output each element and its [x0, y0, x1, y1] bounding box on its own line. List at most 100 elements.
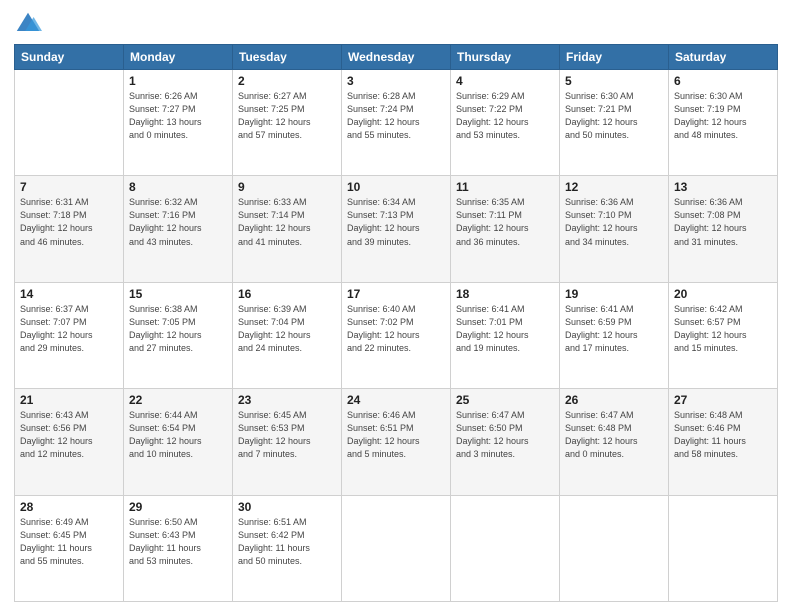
calendar-cell: 28 Sunrise: 6:49 AMSunset: 6:45 PMDayligh…	[15, 495, 124, 601]
calendar-cell: 27Sunrise: 6:48 AMSunset: 6:46 PMDayligh…	[669, 389, 778, 495]
day-number: 9	[238, 180, 336, 194]
day-number: 6	[674, 74, 772, 88]
cell-info: Sunrise: 6:44 AMSunset: 6:54 PMDaylight:…	[129, 409, 227, 461]
calendar-cell: 7 Sunrise: 6:31 AMSunset: 7:18 PMDaylight…	[15, 176, 124, 282]
calendar-header-friday: Friday	[560, 45, 669, 70]
day-number: 24	[347, 393, 445, 407]
cell-info: Sunrise: 6:47 AMSunset: 6:48 PMDaylight:…	[565, 409, 663, 461]
page: SundayMondayTuesdayWednesdayThursdayFrid…	[0, 0, 792, 612]
calendar-cell: 8Sunrise: 6:32 AMSunset: 7:16 PMDaylight…	[124, 176, 233, 282]
calendar-cell: 26 Sunrise: 6:47 AMSunset: 6:48 PMDayligh…	[560, 389, 669, 495]
day-number: 23	[238, 393, 336, 407]
cell-info: Sunrise: 6:36 AMSunset: 7:10 PMDaylight:…	[565, 196, 663, 248]
cell-info: Sunrise: 6:41 AMSunset: 7:01 PMDaylight:…	[456, 303, 554, 355]
calendar-cell: 15 Sunrise: 6:38 AMSunset: 7:05 PMDayligh…	[124, 282, 233, 388]
cell-info: Sunrise: 6:41 AMSunset: 6:59 PMDaylight:…	[565, 303, 663, 355]
cell-info: Sunrise: 6:37 AMSunset: 7:07 PMDaylight:…	[20, 303, 118, 355]
calendar-cell: 12 Sunrise: 6:36 AMSunset: 7:10 PMDayligh…	[560, 176, 669, 282]
day-number: 21	[20, 393, 118, 407]
day-number: 5	[565, 74, 663, 88]
day-number: 12	[565, 180, 663, 194]
cell-info: Sunrise: 6:30 AMSunset: 7:21 PMDaylight:…	[565, 90, 663, 142]
day-number: 18	[456, 287, 554, 301]
calendar-table: SundayMondayTuesdayWednesdayThursdayFrid…	[14, 44, 778, 602]
cell-info: Sunrise: 6:47 AMSunset: 6:50 PMDaylight:…	[456, 409, 554, 461]
calendar-cell	[560, 495, 669, 601]
day-number: 20	[674, 287, 772, 301]
calendar-cell: 21 Sunrise: 6:43 AMSunset: 6:56 PMDayligh…	[15, 389, 124, 495]
day-number: 3	[347, 74, 445, 88]
day-number: 7	[20, 180, 118, 194]
cell-info: Sunrise: 6:32 AMSunset: 7:16 PMDaylight:…	[129, 196, 227, 248]
day-number: 16	[238, 287, 336, 301]
calendar-cell: 6Sunrise: 6:30 AMSunset: 7:19 PMDaylight…	[669, 70, 778, 176]
day-number: 2	[238, 74, 336, 88]
cell-info: Sunrise: 6:29 AMSunset: 7:22 PMDaylight:…	[456, 90, 554, 142]
calendar-header-thursday: Thursday	[451, 45, 560, 70]
calendar-cell: 13 Sunrise: 6:36 AMSunset: 7:08 PMDayligh…	[669, 176, 778, 282]
calendar-cell: 17 Sunrise: 6:40 AMSunset: 7:02 PMDayligh…	[342, 282, 451, 388]
calendar-cell: 30 Sunrise: 6:51 AMSunset: 6:42 PMDayligh…	[233, 495, 342, 601]
cell-info: Sunrise: 6:40 AMSunset: 7:02 PMDaylight:…	[347, 303, 445, 355]
cell-info: Sunrise: 6:35 AMSunset: 7:11 PMDaylight:…	[456, 196, 554, 248]
calendar-header-tuesday: Tuesday	[233, 45, 342, 70]
calendar-cell: 3 Sunrise: 6:28 AMSunset: 7:24 PMDaylight…	[342, 70, 451, 176]
cell-info: Sunrise: 6:26 AMSunset: 7:27 PMDaylight:…	[129, 90, 227, 142]
calendar-cell: 5 Sunrise: 6:30 AMSunset: 7:21 PMDaylight…	[560, 70, 669, 176]
calendar-cell: 9 Sunrise: 6:33 AMSunset: 7:14 PMDaylight…	[233, 176, 342, 282]
day-number: 30	[238, 500, 336, 514]
calendar-cell: 19 Sunrise: 6:41 AMSunset: 6:59 PMDayligh…	[560, 282, 669, 388]
calendar-cell: 18 Sunrise: 6:41 AMSunset: 7:01 PMDayligh…	[451, 282, 560, 388]
cell-info: Sunrise: 6:28 AMSunset: 7:24 PMDaylight:…	[347, 90, 445, 142]
calendar-cell: 25 Sunrise: 6:47 AMSunset: 6:50 PMDayligh…	[451, 389, 560, 495]
calendar-cell: 11Sunrise: 6:35 AMSunset: 7:11 PMDayligh…	[451, 176, 560, 282]
calendar-header-saturday: Saturday	[669, 45, 778, 70]
calendar-header-wednesday: Wednesday	[342, 45, 451, 70]
day-number: 22	[129, 393, 227, 407]
calendar-cell	[15, 70, 124, 176]
cell-info: Sunrise: 6:42 AMSunset: 6:57 PMDaylight:…	[674, 303, 772, 355]
cell-info: Sunrise: 6:43 AMSunset: 6:56 PMDaylight:…	[20, 409, 118, 461]
calendar-week-row: 21 Sunrise: 6:43 AMSunset: 6:56 PMDayligh…	[15, 389, 778, 495]
day-number: 10	[347, 180, 445, 194]
cell-info: Sunrise: 6:38 AMSunset: 7:05 PMDaylight:…	[129, 303, 227, 355]
day-number: 15	[129, 287, 227, 301]
day-number: 28	[20, 500, 118, 514]
calendar-cell: 22 Sunrise: 6:44 AMSunset: 6:54 PMDayligh…	[124, 389, 233, 495]
day-number: 26	[565, 393, 663, 407]
day-number: 25	[456, 393, 554, 407]
calendar-cell: 2 Sunrise: 6:27 AMSunset: 7:25 PMDaylight…	[233, 70, 342, 176]
cell-info: Sunrise: 6:49 AMSunset: 6:45 PMDaylight:…	[20, 516, 118, 568]
day-number: 13	[674, 180, 772, 194]
logo-icon	[14, 10, 42, 38]
calendar-header-row: SundayMondayTuesdayWednesdayThursdayFrid…	[15, 45, 778, 70]
calendar-week-row: 1Sunrise: 6:26 AMSunset: 7:27 PMDaylight…	[15, 70, 778, 176]
calendar-cell: 29Sunrise: 6:50 AMSunset: 6:43 PMDayligh…	[124, 495, 233, 601]
day-number: 27	[674, 393, 772, 407]
cell-info: Sunrise: 6:27 AMSunset: 7:25 PMDaylight:…	[238, 90, 336, 142]
cell-info: Sunrise: 6:51 AMSunset: 6:42 PMDaylight:…	[238, 516, 336, 568]
calendar-week-row: 14Sunrise: 6:37 AMSunset: 7:07 PMDayligh…	[15, 282, 778, 388]
day-number: 4	[456, 74, 554, 88]
calendar-cell: 24Sunrise: 6:46 AMSunset: 6:51 PMDayligh…	[342, 389, 451, 495]
calendar-cell	[342, 495, 451, 601]
calendar-cell: 16 Sunrise: 6:39 AMSunset: 7:04 PMDayligh…	[233, 282, 342, 388]
calendar-cell	[451, 495, 560, 601]
calendar-cell: 10 Sunrise: 6:34 AMSunset: 7:13 PMDayligh…	[342, 176, 451, 282]
cell-info: Sunrise: 6:36 AMSunset: 7:08 PMDaylight:…	[674, 196, 772, 248]
calendar-week-row: 7 Sunrise: 6:31 AMSunset: 7:18 PMDaylight…	[15, 176, 778, 282]
calendar-cell: 23Sunrise: 6:45 AMSunset: 6:53 PMDayligh…	[233, 389, 342, 495]
day-number: 19	[565, 287, 663, 301]
calendar-cell: 14Sunrise: 6:37 AMSunset: 7:07 PMDayligh…	[15, 282, 124, 388]
cell-info: Sunrise: 6:33 AMSunset: 7:14 PMDaylight:…	[238, 196, 336, 248]
header	[14, 10, 778, 38]
cell-info: Sunrise: 6:31 AMSunset: 7:18 PMDaylight:…	[20, 196, 118, 248]
calendar-week-row: 28 Sunrise: 6:49 AMSunset: 6:45 PMDayligh…	[15, 495, 778, 601]
calendar-cell	[669, 495, 778, 601]
calendar-header-monday: Monday	[124, 45, 233, 70]
calendar-cell: 4 Sunrise: 6:29 AMSunset: 7:22 PMDaylight…	[451, 70, 560, 176]
cell-info: Sunrise: 6:34 AMSunset: 7:13 PMDaylight:…	[347, 196, 445, 248]
cell-info: Sunrise: 6:39 AMSunset: 7:04 PMDaylight:…	[238, 303, 336, 355]
day-number: 17	[347, 287, 445, 301]
day-number: 29	[129, 500, 227, 514]
